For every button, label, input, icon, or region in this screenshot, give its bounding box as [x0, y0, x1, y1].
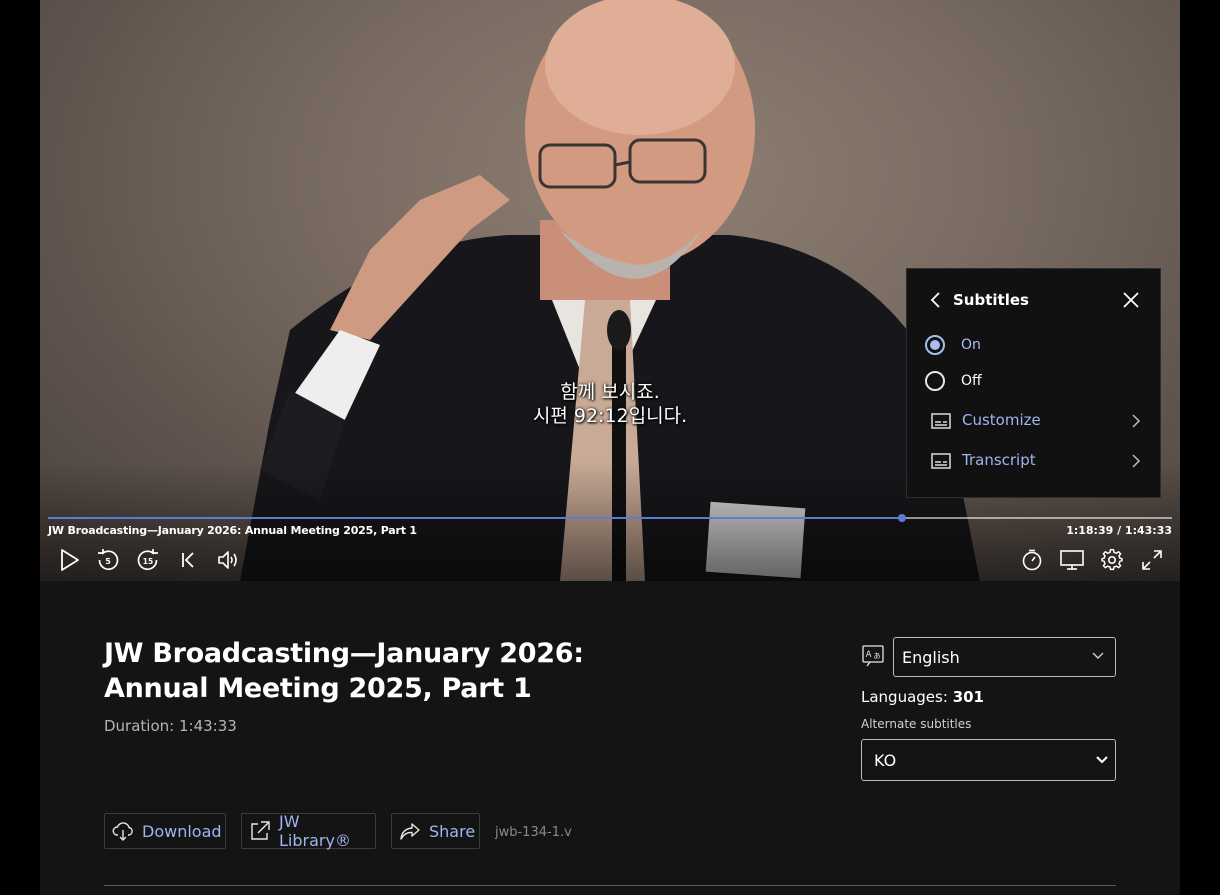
svg-text:5: 5	[105, 557, 111, 566]
page: 함께 보시죠. 시편 92:12입니다. JW Broadcasting—Jan…	[40, 0, 1180, 895]
seek-bar-handle[interactable]	[898, 514, 906, 522]
cast-icon	[1060, 550, 1084, 570]
chevron-right-icon	[1132, 414, 1141, 428]
file-id: jwb-134-1.v	[495, 825, 572, 840]
languages-number: 301	[952, 688, 984, 706]
volume-icon	[218, 551, 237, 569]
chevron-left-icon	[930, 292, 940, 308]
subtitles-icon	[931, 413, 951, 429]
download-label: Download	[142, 821, 222, 841]
language-select[interactable]: English	[893, 637, 1116, 677]
rewind-5-icon: 5	[98, 549, 119, 571]
settings-icon	[1101, 549, 1123, 571]
radio-selected-icon[interactable]	[925, 335, 945, 355]
subtitles-on-option[interactable]: On	[925, 335, 1135, 361]
chevron-down-icon	[1096, 756, 1108, 764]
sleep-timer-icon	[1022, 549, 1042, 571]
alternate-subtitles-value: KO	[874, 751, 897, 770]
translate-icon: A あ	[862, 645, 884, 667]
external-link-icon	[249, 820, 271, 842]
video-player[interactable]: 함께 보시죠. 시편 92:12입니다. JW Broadcasting—Jan…	[40, 0, 1180, 581]
subtitles-menu: Subtitles On Off Customize Transcript	[906, 268, 1161, 498]
video-title: JW Broadcasting—January 2026: Annual Mee…	[48, 524, 417, 537]
alternate-subtitles-select[interactable]: KO	[861, 739, 1116, 781]
share-button[interactable]: Share	[391, 813, 480, 849]
subtitles-on-label: On	[961, 337, 981, 353]
download-cloud-icon	[112, 820, 134, 842]
seek-bar-played	[48, 517, 902, 519]
svg-text:A: A	[866, 650, 872, 660]
fullscreen-button[interactable]	[1138, 546, 1166, 574]
languages-count: Languages: 301	[861, 688, 984, 706]
languages-label: Languages:	[861, 688, 948, 706]
forward-15-icon: 15	[137, 549, 158, 571]
play-button[interactable]	[55, 546, 83, 574]
settings-button[interactable]	[1098, 546, 1126, 574]
subtitles-menu-header: Subtitles	[907, 287, 1160, 315]
svg-text:あ: あ	[874, 652, 881, 660]
language-select-value: English	[902, 648, 960, 667]
jw-library-label: JW Library®	[279, 812, 351, 850]
page-title: JW Broadcasting—January 2026: Annual Mee…	[104, 636, 624, 706]
transcript-menu-item[interactable]: Transcript	[931, 449, 1141, 475]
duration-text: Duration: 1:43:33	[104, 717, 237, 735]
subtitles-off-label: Off	[961, 373, 982, 389]
radio-unselected-icon[interactable]	[925, 371, 945, 391]
previous-icon	[182, 552, 194, 568]
transcript-icon	[931, 453, 951, 469]
customize-menu-item[interactable]: Customize	[931, 409, 1141, 435]
customize-label: Customize	[962, 411, 1041, 429]
alternate-subtitles-label: Alternate subtitles	[861, 717, 972, 731]
subtitles-off-option[interactable]: Off	[925, 371, 1135, 397]
video-time: 1:18:39 / 1:43:33	[1066, 524, 1172, 537]
previous-button[interactable]	[174, 546, 202, 574]
play-icon	[61, 549, 79, 571]
chevron-right-icon	[1132, 454, 1141, 468]
volume-button[interactable]	[214, 546, 242, 574]
rewind-5-button[interactable]: 5	[94, 546, 122, 574]
jw-library-button[interactable]: JW Library®	[241, 812, 376, 850]
subtitles-menu-title: Subtitles	[953, 291, 1029, 309]
cast-button[interactable]	[1058, 546, 1086, 574]
svg-text:15: 15	[143, 557, 153, 566]
share-label: Share	[429, 821, 476, 841]
chevron-down-icon	[1092, 652, 1104, 659]
transcript-label: Transcript	[962, 451, 1036, 469]
forward-15-button[interactable]: 15	[134, 546, 162, 574]
close-icon	[1123, 292, 1139, 308]
page-title-line-1: JW Broadcasting—January 2026:	[104, 638, 584, 669]
share-icon	[399, 820, 421, 842]
sleep-timer-button[interactable]	[1018, 546, 1046, 574]
divider	[104, 885, 1116, 886]
fullscreen-icon	[1142, 550, 1162, 570]
download-button[interactable]: Download	[104, 813, 226, 849]
seek-bar[interactable]	[48, 514, 1172, 522]
close-button[interactable]	[1122, 291, 1140, 313]
page-title-line-2: Annual Meeting 2025, Part 1	[104, 673, 532, 704]
back-button[interactable]	[929, 291, 943, 313]
